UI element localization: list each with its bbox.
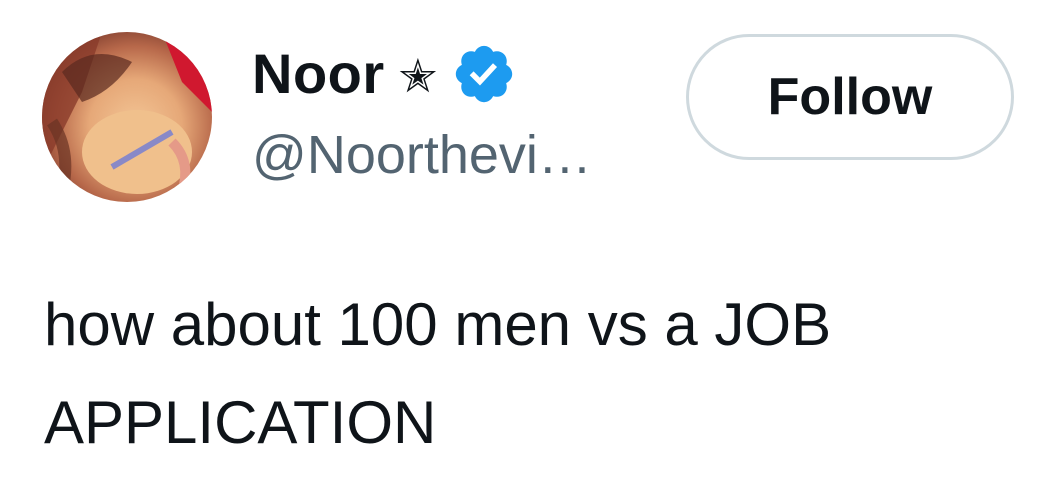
author-avatar[interactable] [42, 32, 212, 202]
verified-badge-icon[interactable] [451, 41, 517, 107]
author-name-row[interactable]: Noor ✭ [252, 38, 517, 110]
author-handle[interactable]: @Noorthevi… [252, 128, 592, 182]
author-display-name[interactable]: Noor [252, 46, 385, 102]
tweet-text: how about 100 men vs a JOB APPLICATION [44, 291, 832, 456]
follow-button[interactable]: Follow [686, 34, 1014, 160]
star-icon: ✭ [398, 50, 438, 102]
avatar-image [42, 32, 212, 194]
